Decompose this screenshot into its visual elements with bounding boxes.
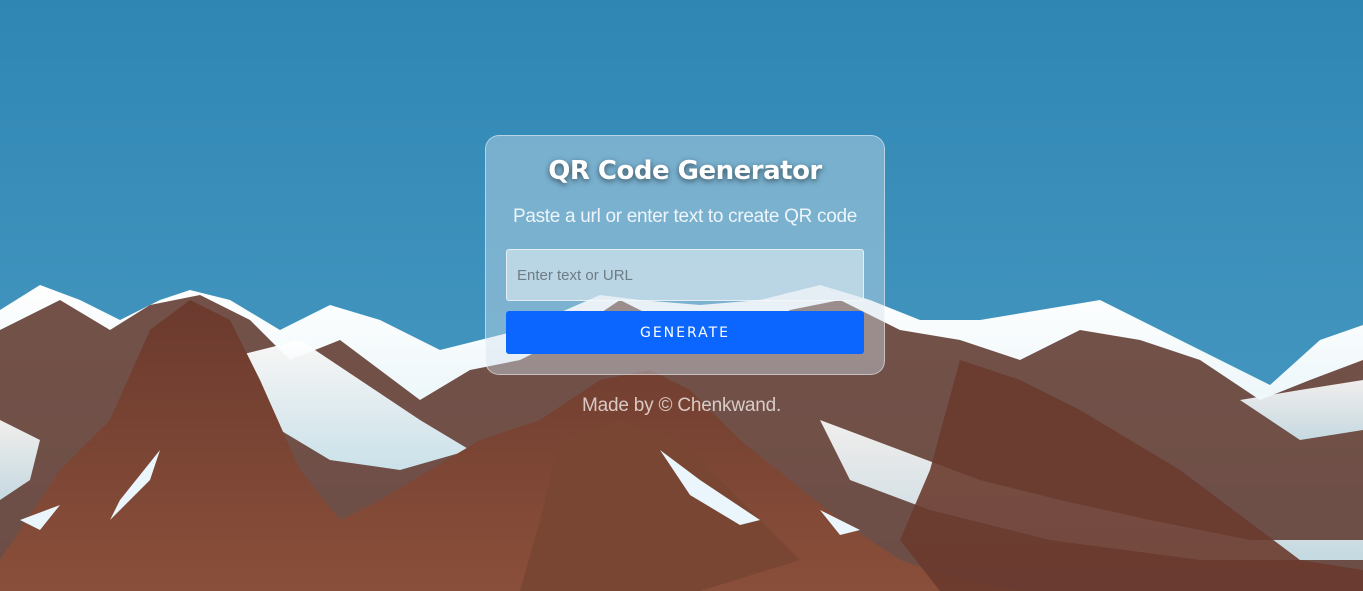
text-or-url-input[interactable] bbox=[506, 249, 864, 301]
page-title: QR Code Generator bbox=[548, 156, 822, 186]
generate-button[interactable]: GENERATE bbox=[506, 311, 864, 354]
page-subtitle: Paste a url or enter text to create QR c… bbox=[512, 206, 858, 227]
qr-generator-card: QR Code Generator Paste a url or enter t… bbox=[485, 135, 885, 375]
footer-credit: Made by © Chenkwand. bbox=[581, 395, 782, 416]
